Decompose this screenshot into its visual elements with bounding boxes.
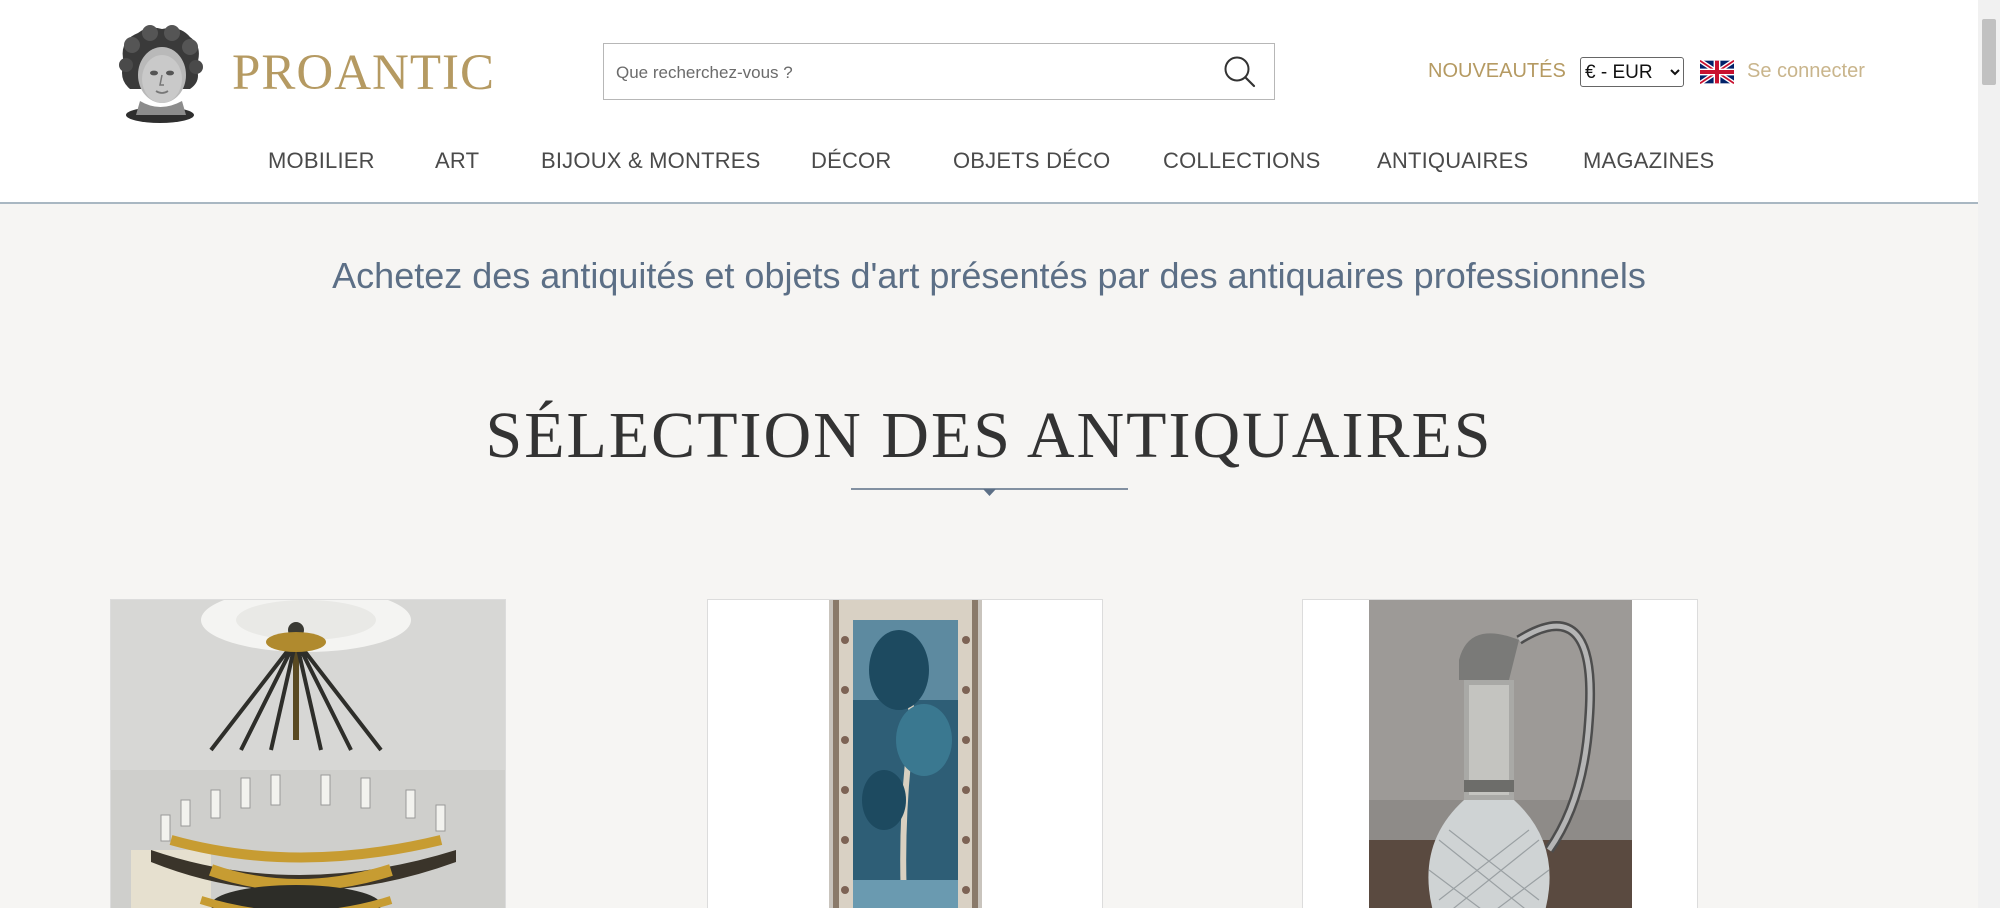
cherub-bust-logo xyxy=(119,24,203,123)
nav-item-bijoux-montres[interactable]: BIJOUX & MONTRES xyxy=(541,148,761,174)
section-title: SÉLECTION DES ANTIQUAIRES xyxy=(485,399,1493,472)
main-nav: MOBILIER ART BIJOUX & MONTRES DÉCOR OBJE… xyxy=(0,148,1978,180)
search-box xyxy=(603,43,1275,100)
logo-link[interactable]: PROANTIC xyxy=(110,20,494,125)
product-card-ewer[interactable] xyxy=(1302,599,1698,908)
tapestry-image xyxy=(829,600,982,908)
nav-item-art[interactable]: ART xyxy=(435,148,479,174)
scrollbar-thumb[interactable] xyxy=(1982,19,1996,85)
product-card-chandelier[interactable] xyxy=(110,599,506,908)
nav-item-objets-deco[interactable]: OBJETS DÉCO xyxy=(953,148,1110,174)
vertical-scrollbar[interactable] xyxy=(1978,0,2000,908)
chandelier-image xyxy=(111,600,505,908)
nav-item-collections[interactable]: COLLECTIONS xyxy=(1163,148,1320,174)
product-card-tapestry[interactable] xyxy=(707,599,1103,908)
signin-link[interactable]: Se connecter xyxy=(1747,60,1865,83)
uk-flag-icon[interactable] xyxy=(1700,60,1734,84)
brand-name: PROANTIC xyxy=(232,44,496,101)
site-header: PROANTIC NOUVEAUTÉS € - EUR Se connecter… xyxy=(0,0,1978,204)
nav-item-mobilier[interactable]: MOBILIER xyxy=(268,148,375,174)
ewer-image xyxy=(1369,600,1632,908)
nav-item-antiquaires[interactable]: ANTIQUAIRES xyxy=(1377,148,1528,174)
page: PROANTIC NOUVEAUTÉS € - EUR Se connecter… xyxy=(0,0,1978,908)
search-icon[interactable] xyxy=(1220,53,1260,93)
search-input[interactable] xyxy=(614,54,1198,91)
nav-item-magazines[interactable]: MAGAZINES xyxy=(1583,148,1714,174)
nav-item-decor[interactable]: DÉCOR xyxy=(811,148,891,174)
currency-select[interactable]: € - EUR xyxy=(1580,57,1684,87)
title-divider xyxy=(851,488,1128,496)
new-arrivals-link[interactable]: NOUVEAUTÉS xyxy=(1428,60,1566,83)
tagline: Achetez des antiquités et objets d'art p… xyxy=(332,255,1646,296)
